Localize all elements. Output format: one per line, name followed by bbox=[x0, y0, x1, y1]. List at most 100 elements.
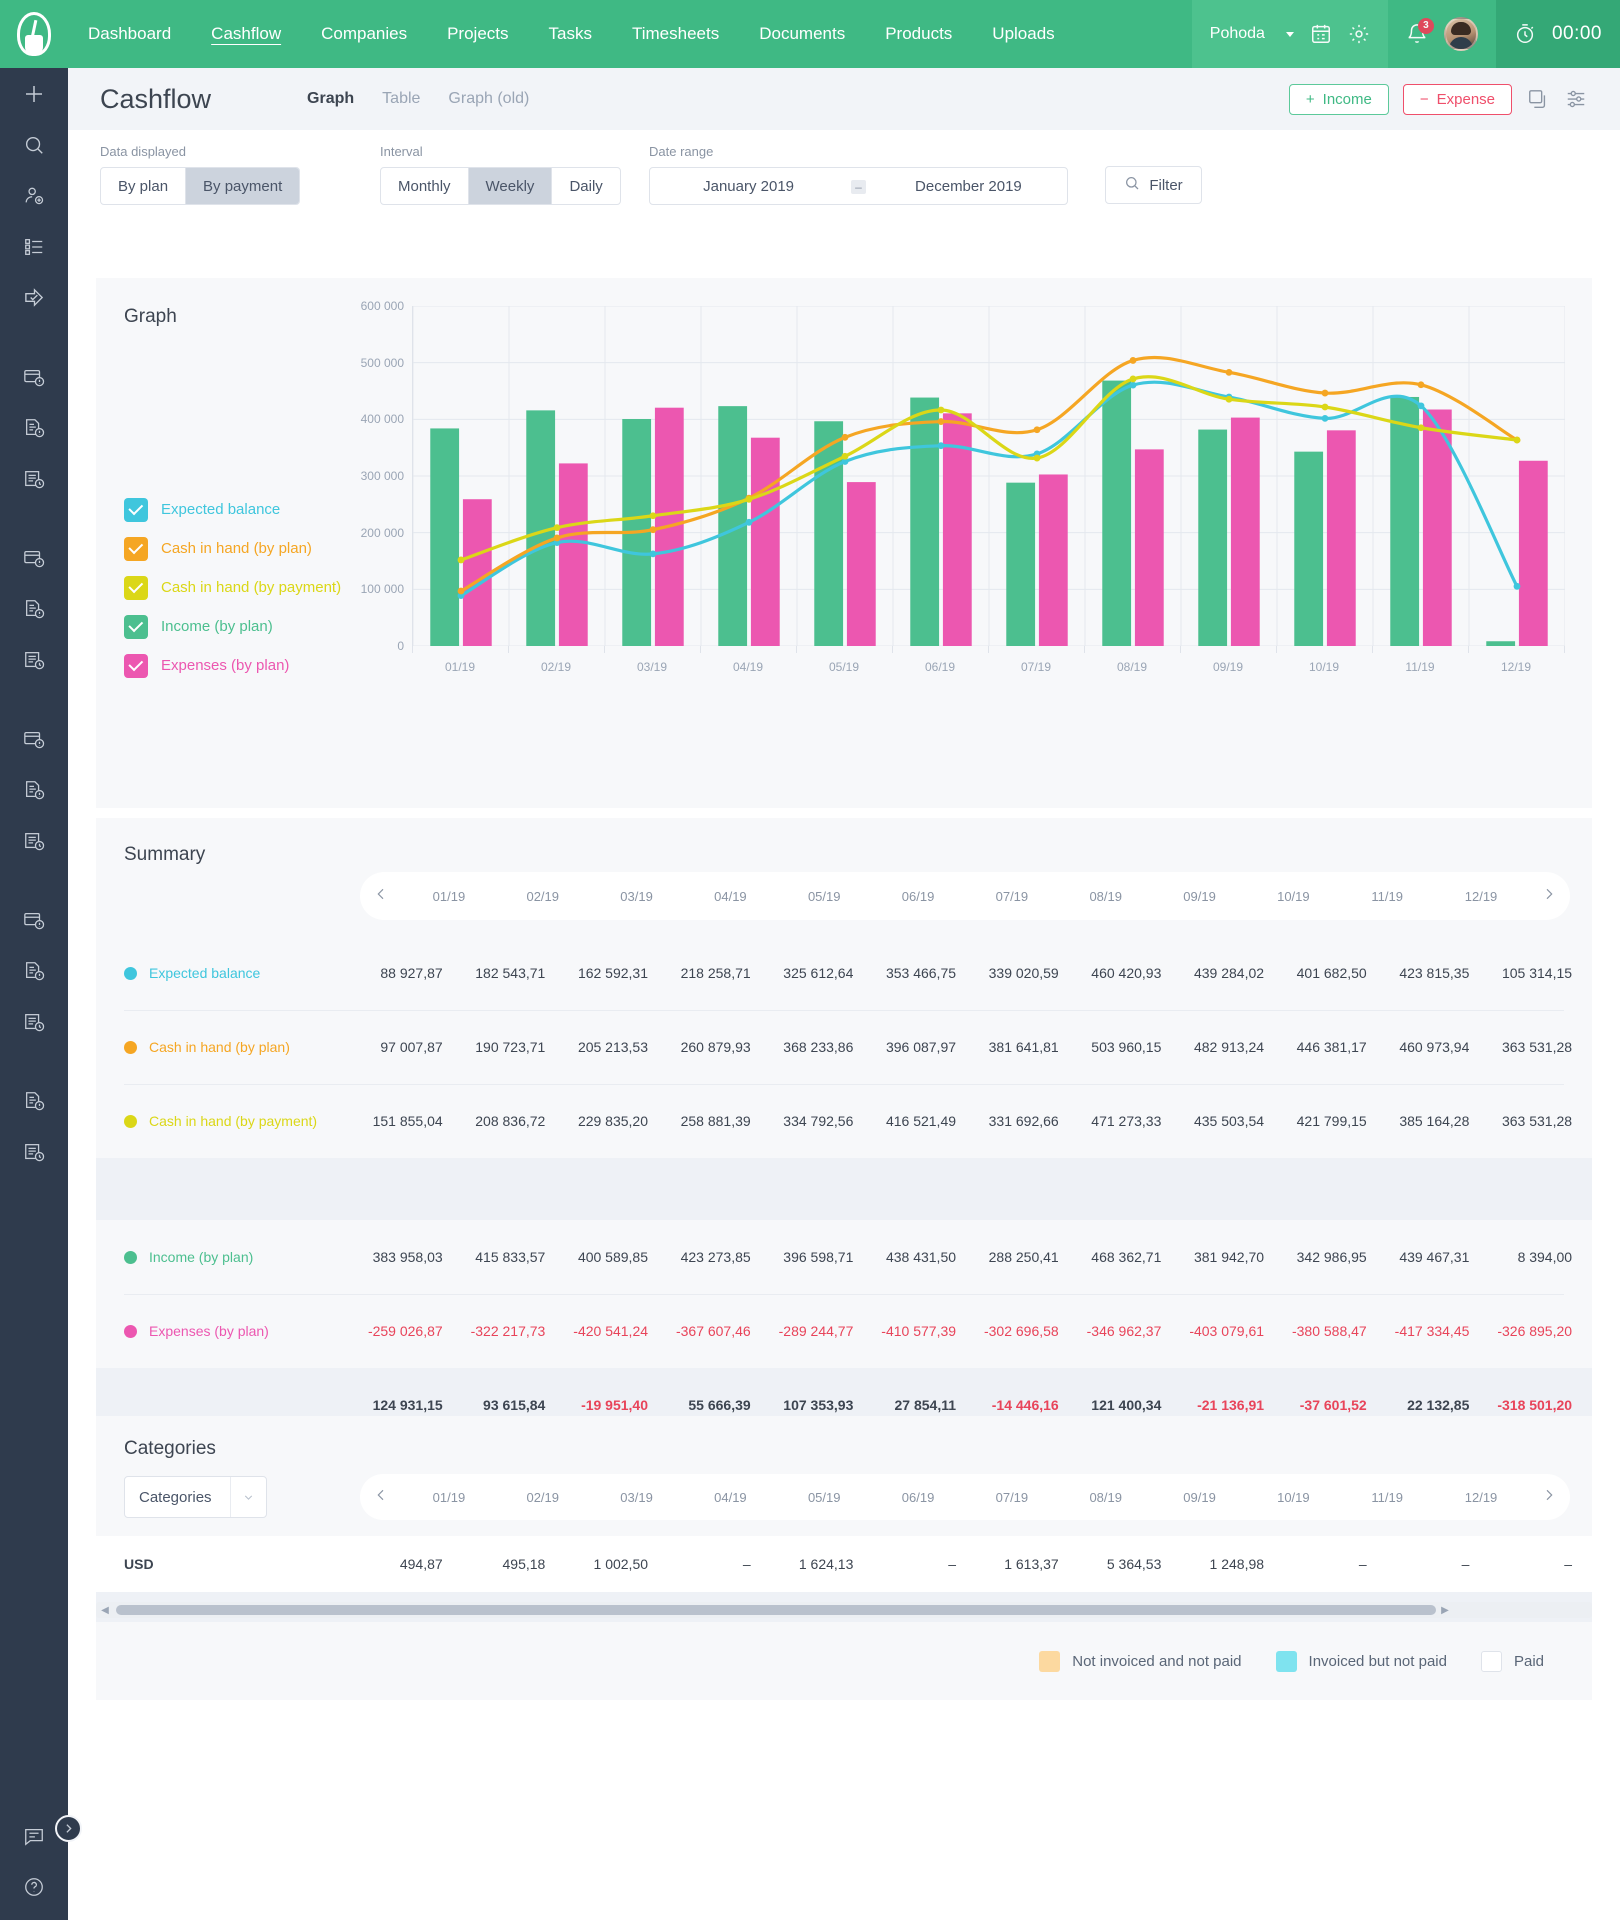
chevron-down-icon[interactable] bbox=[1286, 32, 1294, 37]
legend-item-2[interactable]: Cash in hand (by payment) bbox=[124, 568, 341, 607]
categories-column-header[interactable]: 06/19 bbox=[871, 1490, 965, 1505]
table-cell: 88 927,87 bbox=[360, 965, 463, 981]
add-income-button[interactable]: + Income bbox=[1289, 84, 1389, 115]
data-displayed-option-by-payment[interactable]: By payment bbox=[186, 168, 299, 204]
tab-graph-old[interactable]: Graph (old) bbox=[448, 90, 529, 108]
workspace-name[interactable]: Pohoda bbox=[1210, 25, 1265, 43]
horizontal-scrollbar[interactable]: ◀ ▶ bbox=[96, 1602, 1592, 1618]
scroll-right-icon[interactable]: ▶ bbox=[1436, 1605, 1454, 1616]
interval-option-weekly[interactable]: Weekly bbox=[469, 168, 553, 204]
legend-checkbox-icon[interactable] bbox=[124, 576, 148, 600]
document-clock-icon[interactable] bbox=[0, 996, 68, 1047]
categories-column-header[interactable]: 03/19 bbox=[590, 1490, 684, 1505]
categories-column-header[interactable]: 05/19 bbox=[777, 1490, 871, 1505]
timer-section[interactable]: 00:00 bbox=[1496, 0, 1620, 68]
summary-column-header[interactable]: 11/19 bbox=[1340, 889, 1434, 904]
document-alert-icon[interactable] bbox=[0, 945, 68, 996]
search-icon[interactable] bbox=[0, 119, 68, 170]
nav-item-timesheets[interactable]: Timesheets bbox=[612, 0, 739, 68]
card-alert-icon[interactable] bbox=[0, 713, 68, 764]
sliders-icon[interactable] bbox=[1564, 87, 1588, 111]
date-range-to[interactable]: December 2019 bbox=[870, 178, 1067, 195]
legend-item-4[interactable]: Expenses (by plan) bbox=[124, 646, 341, 685]
scroll-left-icon[interactable]: ◀ bbox=[96, 1605, 114, 1616]
categories-column-header[interactable]: 02/19 bbox=[496, 1490, 590, 1505]
summary-column-header[interactable]: 04/19 bbox=[683, 889, 777, 904]
document-alert-icon[interactable] bbox=[0, 1075, 68, 1126]
gear-icon[interactable] bbox=[1348, 23, 1370, 45]
scrollbar-thumb[interactable] bbox=[116, 1605, 1436, 1615]
table-cell: 5 364,53 bbox=[1079, 1556, 1182, 1572]
card-alert-icon[interactable] bbox=[0, 532, 68, 583]
categories-column-header[interactable]: 07/19 bbox=[965, 1490, 1059, 1505]
legend-item-3[interactable]: Income (by plan) bbox=[124, 607, 341, 646]
chevron-left-icon[interactable] bbox=[360, 1487, 402, 1508]
document-clock-icon[interactable] bbox=[0, 815, 68, 866]
summary-column-header[interactable]: 08/19 bbox=[1059, 889, 1153, 904]
nav-item-products[interactable]: Products bbox=[865, 0, 972, 68]
summary-column-header[interactable]: 07/19 bbox=[965, 889, 1059, 904]
nav-item-uploads[interactable]: Uploads bbox=[972, 0, 1074, 68]
nav-item-documents[interactable]: Documents bbox=[739, 0, 865, 68]
add-user-icon[interactable] bbox=[0, 170, 68, 221]
summary-column-header[interactable]: 02/19 bbox=[496, 889, 590, 904]
document-clock-icon[interactable] bbox=[0, 634, 68, 685]
legend-item-0[interactable]: Expected balance bbox=[124, 490, 341, 529]
nav-item-companies[interactable]: Companies bbox=[301, 0, 427, 68]
copy-icon[interactable] bbox=[1526, 87, 1550, 111]
filter-button[interactable]: Filter bbox=[1105, 166, 1202, 204]
card-alert-icon[interactable] bbox=[0, 351, 68, 402]
categories-column-header[interactable]: 12/19 bbox=[1434, 1490, 1528, 1505]
sidebar-expand-button[interactable] bbox=[55, 1815, 82, 1842]
add-expense-button[interactable]: − Expense bbox=[1403, 84, 1512, 115]
chevron-left-icon[interactable] bbox=[360, 886, 402, 907]
summary-column-header[interactable]: 09/19 bbox=[1153, 889, 1247, 904]
summary-column-header[interactable]: 05/19 bbox=[777, 889, 871, 904]
help-icon[interactable] bbox=[0, 1861, 68, 1912]
calendar-icon[interactable] bbox=[1310, 23, 1332, 45]
nav-item-projects[interactable]: Projects bbox=[427, 0, 528, 68]
chevron-right-icon[interactable] bbox=[1528, 1487, 1570, 1508]
legend-item-1[interactable]: Cash in hand (by plan) bbox=[124, 529, 341, 568]
legend-checkbox-icon[interactable] bbox=[124, 615, 148, 639]
document-clock-icon[interactable] bbox=[0, 453, 68, 504]
legend-checkbox-icon[interactable] bbox=[124, 498, 148, 522]
chevron-down-icon[interactable] bbox=[230, 1477, 266, 1517]
interval-option-daily[interactable]: Daily bbox=[552, 168, 619, 204]
categories-column-header[interactable]: 01/19 bbox=[402, 1490, 496, 1505]
bell-icon[interactable]: 3 bbox=[1406, 23, 1428, 45]
arrow-check-icon[interactable] bbox=[0, 272, 68, 323]
interval-option-monthly[interactable]: Monthly bbox=[381, 168, 469, 204]
card-alert-icon[interactable] bbox=[0, 894, 68, 945]
document-alert-icon[interactable] bbox=[0, 402, 68, 453]
summary-column-header[interactable]: 12/19 bbox=[1434, 889, 1528, 904]
date-range-from[interactable]: January 2019 bbox=[650, 178, 847, 195]
summary-column-header[interactable]: 10/19 bbox=[1246, 889, 1340, 904]
categories-column-header[interactable]: 09/19 bbox=[1153, 1490, 1247, 1505]
legend-checkbox-icon[interactable] bbox=[124, 537, 148, 561]
categories-column-header[interactable]: 08/19 bbox=[1059, 1490, 1153, 1505]
tab-graph[interactable]: Graph bbox=[307, 90, 354, 108]
document-clock-icon[interactable] bbox=[0, 1126, 68, 1177]
tab-table[interactable]: Table bbox=[382, 90, 420, 108]
summary-column-header[interactable]: 06/19 bbox=[871, 889, 965, 904]
categories-column-header[interactable]: 11/19 bbox=[1340, 1490, 1434, 1505]
app-logo[interactable] bbox=[0, 0, 68, 68]
chevron-right-icon[interactable] bbox=[1528, 886, 1570, 907]
date-range-input[interactable]: January 2019 – December 2019 bbox=[649, 167, 1068, 205]
nav-item-dashboard[interactable]: Dashboard bbox=[68, 0, 191, 68]
checklist-icon[interactable] bbox=[0, 221, 68, 272]
plus-icon[interactable] bbox=[0, 68, 68, 119]
summary-column-header[interactable]: 03/19 bbox=[590, 889, 684, 904]
data-displayed-option-by-plan[interactable]: By plan bbox=[101, 168, 186, 204]
categories-column-header[interactable]: 10/19 bbox=[1246, 1490, 1340, 1505]
categories-select[interactable]: Categories bbox=[124, 1476, 267, 1518]
document-alert-icon[interactable] bbox=[0, 764, 68, 815]
avatar[interactable] bbox=[1444, 17, 1478, 51]
summary-column-header[interactable]: 01/19 bbox=[402, 889, 496, 904]
legend-checkbox-icon[interactable] bbox=[124, 654, 148, 678]
nav-item-tasks[interactable]: Tasks bbox=[529, 0, 612, 68]
nav-item-cashflow[interactable]: Cashflow bbox=[191, 0, 301, 68]
document-alert-icon[interactable] bbox=[0, 583, 68, 634]
categories-column-header[interactable]: 04/19 bbox=[683, 1490, 777, 1505]
